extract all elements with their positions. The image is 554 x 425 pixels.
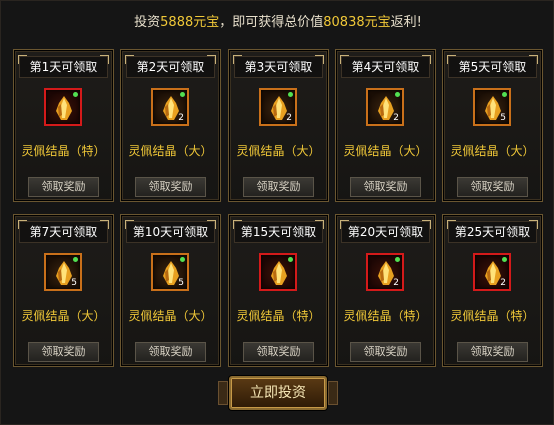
reward-day-label: 第10天可领取 [126,221,215,243]
item-count: 5 [178,278,184,288]
claim-reward-button[interactable]: 领取奖励 [350,177,421,197]
item-name: 灵佩结晶（大） [128,144,213,158]
item-slot[interactable]: 2 [259,88,297,126]
item-count: 2 [286,113,292,123]
green-dot-icon [288,92,293,97]
total-value: 80838元宝 [323,15,391,30]
item-count: 2 [500,278,506,288]
item-name: 灵佩结晶（大） [21,309,106,323]
investment-panel: 投资5888元宝，即可获得总价值80838元宝返利! 第1天可领取灵佩结晶（特）… [0,0,554,425]
item-count: 2 [393,113,399,123]
item-name: 灵佩结晶（大） [128,309,213,323]
item-name: 灵佩结晶（特） [450,309,535,323]
item-count: 2 [393,278,399,288]
claim-reward-button[interactable]: 领取奖励 [350,342,421,362]
headline-suffix: 返利! [390,15,422,30]
reward-day-label: 第2天可领取 [126,56,215,78]
item-slot[interactable] [44,88,82,126]
green-dot-icon [73,92,78,97]
item-name: 灵佩结晶（特） [21,144,106,158]
green-dot-icon [502,257,507,262]
item-name: 灵佩结晶（大） [343,144,428,158]
claim-reward-button[interactable]: 领取奖励 [457,342,528,362]
item-slot[interactable]: 5 [44,253,82,291]
crystal-icon [56,96,72,120]
item-slot[interactable]: 2 [473,253,511,291]
claim-reward-button[interactable]: 领取奖励 [28,177,99,197]
claim-reward-button[interactable]: 领取奖励 [135,177,206,197]
green-dot-icon [288,257,293,262]
reward-day-label: 第5天可领取 [448,56,537,78]
reward-day-label: 第4天可领取 [341,56,430,78]
item-count: 2 [178,113,184,123]
item-slot[interactable]: 2 [366,253,404,291]
claim-reward-button[interactable]: 领取奖励 [243,342,314,362]
item-name: 灵佩结晶（特） [343,309,428,323]
item-name: 灵佩结晶（特） [236,309,321,323]
item-slot[interactable]: 5 [151,253,189,291]
reward-day-label: 第15天可领取 [234,221,323,243]
green-dot-icon [395,257,400,262]
item-slot[interactable]: 2 [151,88,189,126]
claim-reward-button[interactable]: 领取奖励 [135,342,206,362]
headline-middle: ，即可获得总价值 [219,15,324,30]
reward-day-label: 第7天可领取 [19,221,108,243]
green-dot-icon [73,257,78,262]
item-name: 灵佩结晶（大） [236,144,321,158]
item-slot[interactable]: 2 [366,88,404,126]
green-dot-icon [180,92,185,97]
button-ornament-left [218,381,228,405]
item-slot[interactable]: 5 [473,88,511,126]
button-ornament-right [328,381,338,405]
reward-day-label: 第20天可领取 [341,221,430,243]
item-name: 灵佩结晶（大） [450,144,535,158]
claim-reward-button[interactable]: 领取奖励 [28,342,99,362]
reward-day-label: 第1天可领取 [19,56,108,78]
reward-day-label: 第25天可领取 [448,221,537,243]
reward-day-label: 第3天可领取 [234,56,323,78]
item-slot[interactable] [259,253,297,291]
green-dot-icon [180,257,185,262]
green-dot-icon [395,92,400,97]
invest-headline: 投资5888元宝，即可获得总价值80838元宝返利! [1,1,554,45]
invest-now-button[interactable]: 立即投资 [229,376,327,410]
claim-reward-button[interactable]: 领取奖励 [243,177,314,197]
invest-amount: 5888元宝 [160,15,220,30]
headline-prefix: 投资 [134,15,161,30]
crystal-icon [271,261,287,285]
item-count: 5 [500,113,506,123]
green-dot-icon [502,92,507,97]
claim-reward-button[interactable]: 领取奖励 [457,177,528,197]
item-count: 5 [71,278,77,288]
